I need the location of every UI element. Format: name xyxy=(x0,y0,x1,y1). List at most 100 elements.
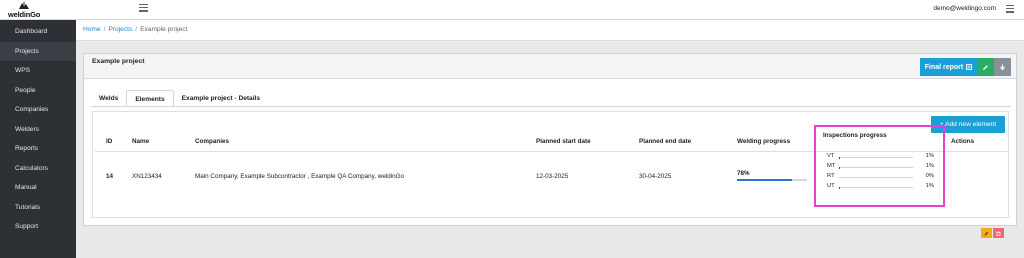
dashboard-icon xyxy=(6,29,12,35)
logo-area: weldinGo xyxy=(0,0,76,20)
tab-project-details[interactable]: Example project - Details xyxy=(174,90,268,107)
breadcrumb-current: Example project xyxy=(140,26,188,33)
welding-progress-fill xyxy=(737,179,792,181)
sidebar-item-people[interactable]: People xyxy=(0,81,76,101)
cell-companies: Main Company, Example Subcontractor , Ex… xyxy=(195,173,405,180)
tabs-divider xyxy=(91,106,1011,107)
inspection-row-mt: MT 1% xyxy=(827,163,937,172)
welders-icon xyxy=(6,126,12,132)
sidebar-item-label: WPS xyxy=(15,67,31,74)
manual-icon xyxy=(6,185,12,191)
sidebar-item-label: Welders xyxy=(15,125,40,133)
sidebar-item-tutorials[interactable]: Tutorials xyxy=(0,198,76,218)
column-header-companies: Companies xyxy=(195,138,229,145)
column-header-welding-progress: Welding progress xyxy=(737,138,791,145)
inspection-progress-track xyxy=(839,157,913,158)
sidebar-item-label: Dashboard xyxy=(15,28,48,35)
welding-progress-value: 78% xyxy=(737,170,750,177)
breadcrumb-bar: Home / Projects / Example project xyxy=(76,20,1024,41)
people-icon xyxy=(6,87,12,93)
final-report-button[interactable]: Final report xyxy=(920,58,977,76)
cell-end-date: 30-04-2025 xyxy=(639,173,672,180)
breadcrumb-separator: / xyxy=(103,26,106,33)
inspection-type: UT xyxy=(827,183,835,189)
inspection-progress-fill xyxy=(839,166,840,169)
user-menu-icon[interactable] xyxy=(1006,5,1014,13)
breadcrumb-projects[interactable]: Projects xyxy=(108,26,132,33)
tab-welds[interactable]: Welds xyxy=(91,90,126,107)
trash-icon xyxy=(996,231,1001,236)
breadcrumb-separator: / xyxy=(135,26,138,33)
cell-id: 14 xyxy=(106,173,114,180)
inspection-percent: 1% xyxy=(925,163,934,169)
inspection-type: VT xyxy=(827,153,835,159)
projects-icon xyxy=(6,48,12,54)
download-button[interactable] xyxy=(994,58,1011,76)
column-header-planned-start: Planned start date xyxy=(536,138,591,145)
pencil-icon xyxy=(983,64,988,70)
project-card: Example project Final report Welds Eleme… xyxy=(83,53,1017,238)
final-report-label: Final report xyxy=(924,63,964,71)
sidebar-item-label: Tutorials xyxy=(15,203,41,211)
topbar: demo@weldingo.com xyxy=(76,0,1024,20)
sidebar-item-reports[interactable]: Reports xyxy=(0,139,76,159)
sidebar-item-label: Companies xyxy=(15,106,49,113)
sidebar-item-label: Manual xyxy=(15,184,37,191)
sidebar-item-label: Calculators xyxy=(15,164,48,172)
column-header-inspections-progress: Inspections progress xyxy=(823,132,887,139)
sidebar-item-calculators[interactable]: Calculators xyxy=(0,159,76,179)
cell-name[interactable]: XN123434 xyxy=(132,173,162,180)
calculators-icon xyxy=(6,165,12,171)
logo-mark-icon xyxy=(19,2,29,9)
column-header-id: ID xyxy=(106,138,113,145)
inspection-progress-fill xyxy=(839,156,840,159)
inspection-type: MT xyxy=(827,163,836,169)
weldingo-logo[interactable]: weldinGo xyxy=(8,2,42,19)
tabs: Welds Elements Example project - Details xyxy=(91,90,268,107)
cell-start-date: 12-03-2025 xyxy=(536,173,569,180)
sidebar-item-label: People xyxy=(15,86,36,94)
inspection-progress-fill xyxy=(839,186,840,189)
inspection-percent: 1% xyxy=(925,153,934,159)
column-header-actions: Actions xyxy=(951,138,975,145)
sidebar-item-support[interactable]: Support xyxy=(0,217,76,237)
delete-element-button[interactable] xyxy=(993,228,1004,238)
sidebar-item-label: Reports xyxy=(15,145,39,152)
user-email[interactable]: demo@weldingo.com xyxy=(933,5,996,12)
inspection-row-vt: VT 1% xyxy=(827,153,937,162)
inspection-percent: 1% xyxy=(925,183,934,189)
inspection-row-rt: RT 0% xyxy=(827,173,937,182)
sidebar-item-companies[interactable]: Companies xyxy=(0,100,76,120)
page-title: Example project xyxy=(92,58,145,65)
edit-project-button[interactable] xyxy=(977,58,994,76)
inspections-progress-highlight: Inspections progress VT 1% MT 1% RT 0% UT 1% xyxy=(814,125,945,207)
sidebar-item-label: Support xyxy=(15,223,39,230)
column-header-planned-end: Planned end date xyxy=(639,138,692,145)
column-header-name: Name xyxy=(132,138,150,145)
inspection-progress-track xyxy=(839,167,913,168)
inspection-row-ut: UT 1% xyxy=(827,183,937,192)
welding-progress-bar xyxy=(737,179,807,181)
sidebar-item-dashboard[interactable]: Dashboard xyxy=(0,22,76,42)
inspection-progress-track xyxy=(839,177,913,178)
sidebar-item-label: Projects xyxy=(15,47,39,55)
reports-icon xyxy=(6,146,12,152)
tab-elements[interactable]: Elements xyxy=(126,90,174,107)
inspection-progress-track xyxy=(839,187,913,188)
tutorials-icon xyxy=(6,204,12,210)
inspection-type: RT xyxy=(827,173,835,179)
report-icon xyxy=(966,64,973,70)
breadcrumb-home[interactable]: Home xyxy=(83,26,101,33)
edit-icon xyxy=(984,231,989,235)
sidebar-item-wps[interactable]: WPS xyxy=(0,61,76,81)
logo-text: weldinGo xyxy=(8,10,41,19)
sidebar-item-welders[interactable]: Welders xyxy=(0,120,76,140)
sidebar-item-manual[interactable]: Manual xyxy=(0,178,76,198)
sidebar-nav: Dashboard Projects WPS People Companies … xyxy=(0,22,76,237)
hamburger-menu-icon[interactable] xyxy=(139,4,148,13)
inspection-percent: 0% xyxy=(925,173,934,179)
edit-element-button[interactable] xyxy=(981,228,992,238)
sidebar-item-projects[interactable]: Projects xyxy=(0,41,76,61)
companies-icon xyxy=(6,107,12,113)
breadcrumb: Home / Projects / Example project xyxy=(83,26,187,33)
